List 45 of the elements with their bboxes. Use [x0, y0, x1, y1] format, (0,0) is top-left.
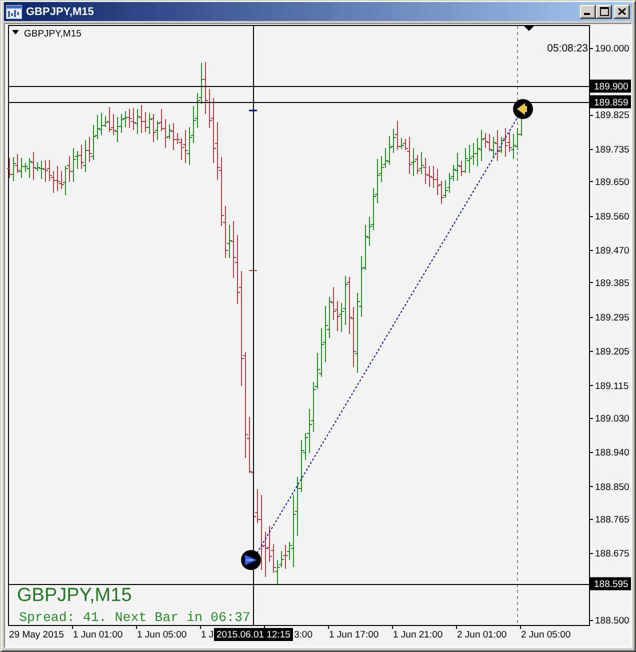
- price-label: 189.735: [595, 144, 630, 156]
- time-label: 2 Jun 05:00: [521, 630, 571, 640]
- time-label: 1 Jun 05:00: [137, 630, 187, 640]
- time-label: 1 Jun 17:00: [329, 630, 379, 640]
- symbol-caret-icon: [12, 30, 19, 34]
- price-label: 189.470: [595, 246, 630, 257]
- price-label: 189.115: [595, 380, 629, 392]
- maximize-icon: [600, 7, 608, 16]
- price-label: 189.030: [595, 413, 630, 424]
- price-label: 189.560: [595, 211, 630, 222]
- price-tag: 189.859: [590, 95, 631, 108]
- price-label: 189.295: [595, 312, 630, 324]
- spread-countdown-text: Spread: 41. Next Bar in 06:37: [19, 610, 250, 625]
- price-label: 189.650: [595, 176, 630, 188]
- window-title: GBPJPY,M15: [26, 6, 95, 18]
- time-label: 1 J: [201, 630, 214, 640]
- time-label: 1 Jun 21:00: [393, 630, 443, 640]
- price-label: 190.000: [595, 44, 630, 54]
- price-label: 188.850: [595, 482, 630, 493]
- time-label: 2 Jun 01:00: [457, 630, 507, 640]
- arrow-marker-icon: [513, 99, 533, 119]
- price-label: 189.205: [595, 346, 630, 358]
- chart-window-icon: [6, 4, 22, 18]
- crosshair-time-tag: 2015.06.01 12:15: [214, 628, 293, 641]
- price-label: 188.500: [595, 615, 630, 626]
- price-label: 188.675: [595, 548, 630, 560]
- bar-countdown: 05:08:23: [547, 42, 588, 54]
- crosshair-price-mark: [249, 110, 257, 112]
- chart-overlay-title: GBPJPY,M15: [17, 585, 132, 606]
- price-tag: 189.900: [590, 80, 631, 93]
- symbol-label: GBPJPY,M15: [24, 28, 82, 40]
- arrow-marker-icon: [241, 550, 261, 570]
- time-label: 3:00: [294, 630, 312, 640]
- close-button[interactable]: [614, 4, 630, 18]
- price-label: 188.765: [595, 514, 630, 526]
- time-label: 1 Jun 01:00: [73, 630, 123, 640]
- minimize-button[interactable]: [580, 4, 596, 18]
- price-tag: 188.595: [590, 577, 631, 590]
- price-label: 188.940: [595, 448, 630, 459]
- price-label: 189.385: [595, 278, 630, 289]
- price-label: 189.825: [595, 110, 630, 122]
- close-icon: [618, 8, 626, 15]
- minimize-icon: [584, 13, 590, 15]
- time-label: 29 May 2015: [9, 630, 64, 640]
- maximize-button[interactable]: [596, 4, 612, 18]
